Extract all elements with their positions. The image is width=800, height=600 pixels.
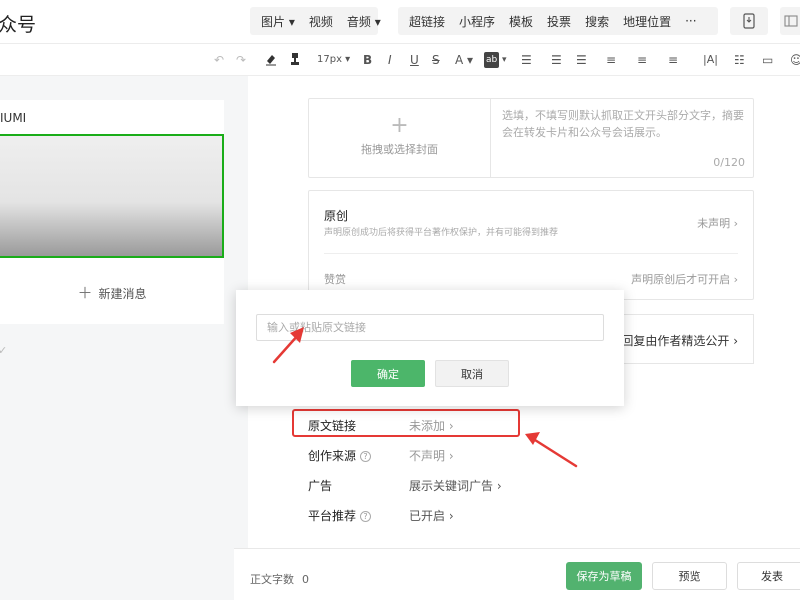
bold-button[interactable]: B xyxy=(363,52,372,68)
top-bar: 众号 图片 ▾ 视频 音频 ▾ 超链接 小程序 模板 投票 搜索 地理位置 ··… xyxy=(0,0,800,44)
ads-label: 广告 xyxy=(308,479,333,493)
help-icon[interactable]: ? xyxy=(360,451,372,462)
bottom-action-bar: 正文字数 0 保存为草稿 预览 发表 xyxy=(234,548,800,600)
strikethrough-button[interactable]: S xyxy=(432,52,440,68)
hyperlink-button[interactable]: 超链接 xyxy=(402,13,452,30)
original-link-input[interactable] xyxy=(256,314,604,341)
format-painter-icon[interactable] xyxy=(288,52,302,70)
cover-picker[interactable]: + 拖拽或选择封面 xyxy=(309,99,491,177)
cover-summary-box: + 拖拽或选择封面 选填，不填写则默认抓取正文开头部分文字，摘要会在转发卡片和公… xyxy=(308,98,754,178)
reward-label: 赞赏 xyxy=(324,273,346,286)
panel-toggle-icon xyxy=(784,15,798,27)
background-color-button[interactable]: ab xyxy=(484,52,500,68)
divider xyxy=(324,253,738,254)
search-button[interactable]: 搜索 xyxy=(578,13,616,30)
line-spacing-icon[interactable]: ☰ xyxy=(576,52,587,68)
brand-title: 众号 xyxy=(0,14,37,36)
indent-icon[interactable]: ☰ xyxy=(551,52,562,68)
article-list-card: IUMI ＋ 新建消息 xyxy=(0,100,224,324)
format-toolbar: ↶ ↷ 17px ▾ B I U S A ▾ ab ▾ ☰ ☰ ☰ ≡ ≡ ≡ … xyxy=(0,44,800,76)
comments-setting-text: 和回复由作者精选公开 › xyxy=(609,334,738,348)
more-button[interactable]: ··· xyxy=(678,14,703,28)
creation-source-value[interactable]: 不声明 › xyxy=(409,447,454,464)
article-thumbnail[interactable] xyxy=(0,134,224,258)
audio-menu[interactable]: 音频 ▾ xyxy=(340,13,388,30)
panel-toggle-button[interactable] xyxy=(780,7,800,35)
align-justify-icon[interactable]: ☰ xyxy=(521,52,532,68)
emoji-icon[interactable]: ☺ xyxy=(790,52,800,68)
mini-program-button[interactable]: 小程序 xyxy=(452,13,502,30)
help-icon[interactable]: ? xyxy=(360,511,372,522)
confirm-button[interactable]: 确定 xyxy=(351,360,425,387)
mobile-preview-button[interactable] xyxy=(730,7,768,35)
video-menu[interactable]: 视频 xyxy=(302,13,340,30)
platform-recommend-value[interactable]: 已开启 › xyxy=(409,507,454,524)
bullet-list-icon[interactable]: ☷ xyxy=(734,52,745,68)
image-menu[interactable]: 图片 ▾ xyxy=(254,13,302,30)
divider-icon[interactable]: ▭ xyxy=(762,52,773,68)
highlight-box xyxy=(292,409,520,437)
letter-spacing-icon[interactable]: |A| xyxy=(703,52,718,68)
original-status-link[interactable]: 未声明 › xyxy=(697,215,738,231)
font-size-select[interactable]: 17px ▾ xyxy=(317,52,350,68)
plus-icon: ＋ xyxy=(77,284,93,302)
location-button[interactable]: 地理位置 xyxy=(616,13,678,30)
word-count: 正文字数 0 xyxy=(250,573,309,586)
reward-status-link[interactable]: 声明原创后才可开启 › xyxy=(631,271,738,287)
cover-label: 拖拽或选择封面 xyxy=(361,143,438,156)
check-icon: ✓ xyxy=(0,344,8,357)
plus-icon: + xyxy=(390,113,409,138)
insert-group: 超链接 小程序 模板 投票 搜索 地理位置 ··· xyxy=(398,7,718,35)
template-button[interactable]: 模板 xyxy=(502,13,540,30)
original-declaration-box: 原创 声明原创成功后将获得平台著作权保护，并有可能得到推荐 未声明 › 赞赏 声… xyxy=(308,190,754,300)
summary-input[interactable]: 选填，不填写则默认抓取正文开头部分文字，摘要会在转发卡片和公众号会话展示。 xyxy=(502,107,752,141)
media-insert-group: 图片 ▾ 视频 音频 ▾ xyxy=(250,7,381,35)
original-link-popup: 确定 取消 xyxy=(236,290,624,406)
eraser-icon[interactable] xyxy=(264,52,278,70)
ads-value[interactable]: 展示关键词广告 › xyxy=(409,477,502,494)
underline-button[interactable]: U xyxy=(410,52,419,68)
new-message-button[interactable]: ＋ 新建消息 xyxy=(0,282,224,303)
redo-icon[interactable]: ↷ xyxy=(236,52,246,68)
align-center-icon[interactable]: ≡ xyxy=(637,52,647,68)
preview-button[interactable]: 预览 xyxy=(652,562,727,590)
vote-button[interactable]: 投票 xyxy=(540,13,578,30)
cancel-button[interactable]: 取消 xyxy=(435,360,509,387)
summary-counter: 0/120 xyxy=(713,156,745,169)
article-title[interactable]: IUMI xyxy=(0,111,26,125)
platform-recommend-label: 平台推荐? xyxy=(308,507,372,524)
original-description: 声明原创成功后将获得平台著作权保护，并有可能得到推荐 xyxy=(324,228,559,238)
undo-icon[interactable]: ↶ xyxy=(214,52,224,68)
paragraph-spacing-icon[interactable]: ≡ xyxy=(606,52,616,68)
original-title: 原创 xyxy=(324,209,349,223)
publish-button[interactable]: 发表 xyxy=(737,562,800,590)
italic-button[interactable]: I xyxy=(388,52,392,68)
chevron-down-icon[interactable]: ▾ xyxy=(502,52,507,68)
new-message-label: 新建消息 xyxy=(98,287,147,301)
save-draft-button[interactable]: 保存为草稿 xyxy=(566,562,642,590)
mobile-preview-icon xyxy=(743,13,755,29)
creation-source-label: 创作来源? xyxy=(308,447,372,464)
align-icon[interactable]: ≡ xyxy=(668,52,678,68)
font-color-button[interactable]: A ▾ xyxy=(455,52,473,68)
